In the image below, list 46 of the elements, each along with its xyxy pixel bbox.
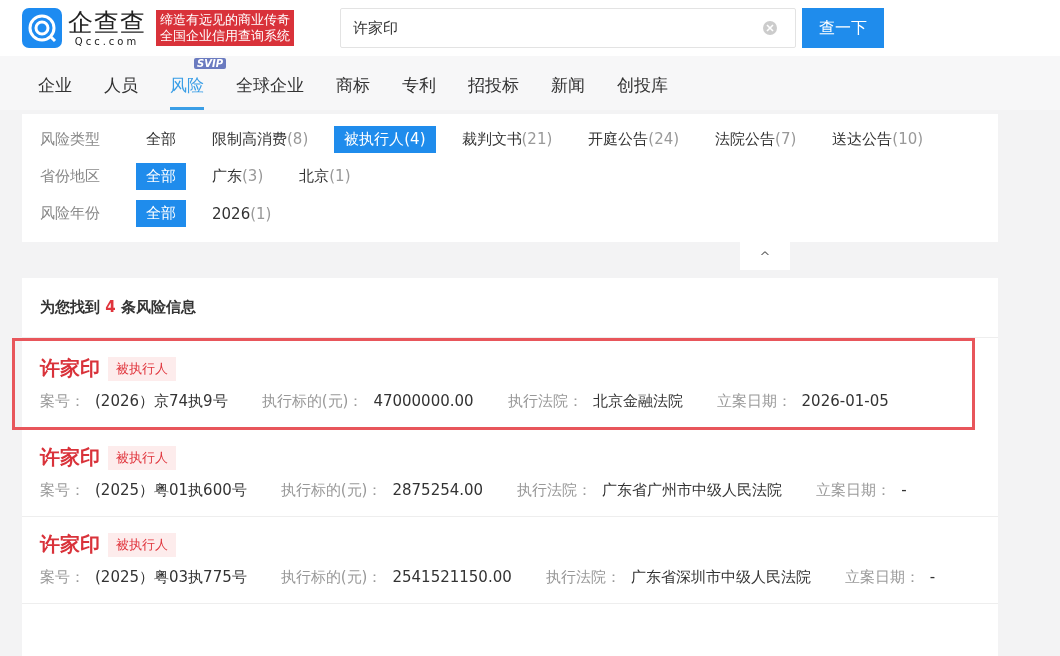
filter-option[interactable]: 裁判文书(21) xyxy=(451,126,563,153)
person-name-link[interactable]: 许家印 xyxy=(40,444,100,471)
nav-tab[interactable]: 全球企业 xyxy=(236,74,304,110)
slogan-banner: 缔造有远见的商业传奇 全国企业信用查询系统 xyxy=(156,10,294,46)
collapse-toggle[interactable]: ^ xyxy=(740,242,790,270)
result-field: 执行标的(元)： 47000000.00 xyxy=(261,392,474,411)
result-field: 执行法院： 广东省深圳市中级人民法院 xyxy=(545,568,811,587)
person-name-link[interactable]: 许家印 xyxy=(40,531,100,558)
filter-option[interactable]: 送达公告(10) xyxy=(822,126,934,153)
filter-label: 风险类型 xyxy=(40,130,101,149)
result-field: 立案日期： - xyxy=(844,568,936,587)
filter-option[interactable]: 开庭公告(24) xyxy=(578,126,690,153)
result-field: 立案日期： - xyxy=(816,481,907,500)
search-field[interactable]: 许家印 xyxy=(340,8,796,48)
status-tag: 被执行人 xyxy=(108,356,176,381)
nav-tab[interactable]: 人员 xyxy=(104,74,138,110)
result-field: 执行法院： 北京金融法院 xyxy=(507,392,683,411)
result-field: 执行法院： 广东省广州市中级人民法院 xyxy=(517,481,783,500)
nav-tab[interactable]: 专利 xyxy=(402,74,436,110)
nav-tab[interactable]: 创投库 xyxy=(617,74,668,110)
nav-tab[interactable]: 商标 xyxy=(336,74,370,110)
logo-icon xyxy=(22,8,62,48)
filter-option[interactable]: 2026(1) xyxy=(202,200,282,227)
filter-option[interactable]: 全部 xyxy=(136,126,186,153)
nav-tab[interactable]: 企业 xyxy=(38,74,72,110)
logo-name: 企查查 xyxy=(68,8,146,36)
nav-tab[interactable]: 招投标 xyxy=(468,74,519,110)
nav-tab[interactable]: 新闻 xyxy=(551,74,585,110)
filter-label: 省份地区 xyxy=(40,167,101,186)
result-field: 执行标的(元)： 2875254.00 xyxy=(280,481,484,500)
filter-label: 风险年份 xyxy=(40,204,101,223)
status-tag: 被执行人 xyxy=(108,532,176,557)
filter-option[interactable]: 北京(1) xyxy=(289,163,361,190)
svip-badge: SVIP xyxy=(194,58,226,69)
result-field: 立案日期： 2026-01-05 xyxy=(716,392,889,411)
status-tag: 被执行人 xyxy=(108,445,176,470)
result-field: 案号： (2025）粤03执775号 xyxy=(40,568,247,587)
results-summary: 为您找到 4 条风险信息 xyxy=(22,278,998,338)
result-field: 执行标的(元)： 2541521150.00 xyxy=(280,568,512,587)
filter-option[interactable]: 限制高消费(8) xyxy=(202,126,319,153)
result-field: 案号： (2025）粤01执600号 xyxy=(40,481,247,500)
logo-domain: Qcc.com xyxy=(74,35,140,48)
filter-option[interactable]: 广东(3) xyxy=(202,163,274,190)
filter-option[interactable]: 法院公告(7) xyxy=(705,126,807,153)
result-field: 案号： (2026）京74执9号 xyxy=(40,392,228,411)
person-name-link[interactable]: 许家印 xyxy=(40,355,100,382)
